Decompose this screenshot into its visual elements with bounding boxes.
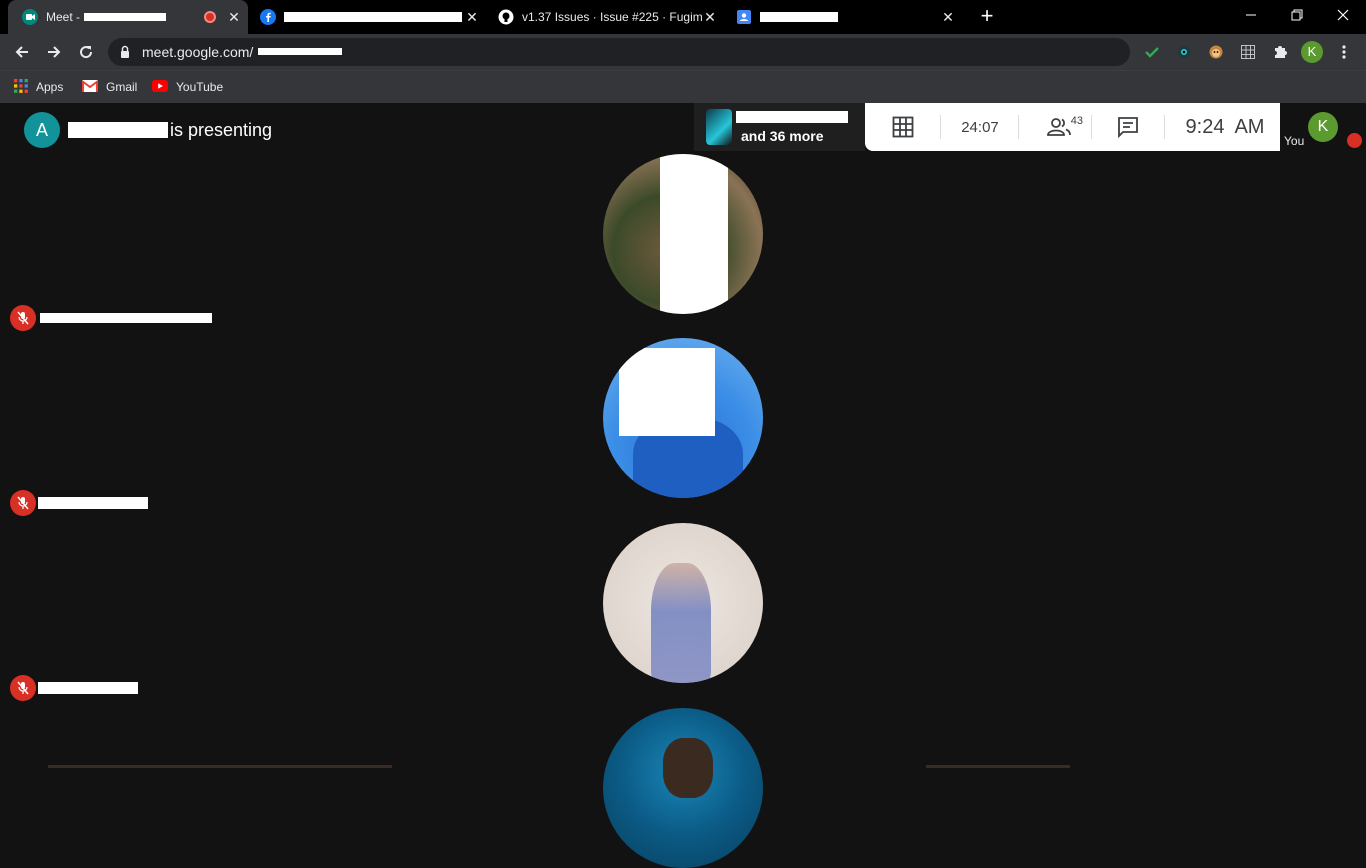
menu-kebab-icon[interactable]	[1330, 38, 1358, 66]
reload-button[interactable]	[72, 38, 100, 66]
tab-title: v1.37 Issues · Issue #225 · Fugima	[522, 10, 702, 24]
presenter-banner: A is presenting	[24, 112, 272, 148]
redacted-text	[84, 13, 167, 21]
meeting-timer: 24:07	[961, 118, 999, 136]
presenter-label: is presenting	[68, 120, 272, 141]
participant-thumbnail	[706, 109, 732, 145]
presenting-text: is presenting	[170, 119, 273, 140]
participant-count: 43	[1070, 115, 1083, 127]
tab-meet[interactable]: Meet - ✕	[8, 0, 248, 34]
more-participants-box[interactable]: and 36 more	[694, 103, 865, 151]
minimize-button[interactable]	[1228, 0, 1274, 30]
redacted-text	[38, 497, 148, 509]
meet-icon	[22, 9, 38, 25]
back-button[interactable]	[8, 38, 36, 66]
lock-icon	[120, 45, 130, 64]
participant-avatar	[603, 154, 763, 314]
bookmark-youtube[interactable]: YouTube	[152, 77, 223, 97]
redacted-text	[40, 313, 212, 323]
illustration-figure	[651, 563, 711, 683]
contacts-icon	[736, 9, 752, 25]
participant-avatar	[603, 523, 763, 683]
presenter-avatar: A	[24, 112, 60, 148]
url-text: meet.google.com/	[142, 44, 254, 60]
more-participants-text: and 36 more	[741, 128, 824, 144]
participant-avatar	[603, 708, 763, 868]
bookmark-label: Gmail	[106, 80, 138, 94]
chat-icon	[1118, 117, 1138, 138]
grid-icon	[892, 116, 914, 138]
meet-stage: A is presenting and 36 more 24:07 43 9:2…	[0, 103, 1366, 868]
tab-contacts[interactable]: ✕	[726, 0, 962, 34]
close-tab-icon[interactable]: ✕	[226, 9, 242, 25]
bookmark-label: YouTube	[176, 80, 224, 94]
divider	[1164, 115, 1165, 139]
redacted-region	[660, 154, 728, 314]
extension-target-icon[interactable]	[1170, 38, 1198, 66]
clock: 9:24 AM	[1175, 103, 1275, 151]
mic-off-icon	[10, 305, 36, 331]
extension-monkey-icon[interactable]	[1202, 38, 1230, 66]
redacted-text	[760, 12, 838, 22]
self-label: You	[1284, 134, 1305, 148]
redacted-text	[38, 682, 138, 694]
tab-facebook[interactable]: ✕	[250, 0, 486, 34]
mic-off-icon	[10, 675, 36, 701]
bookmark-apps[interactable]: Apps	[14, 77, 63, 97]
clock-suffix: AM	[1234, 115, 1265, 138]
participant-name-label	[10, 305, 212, 331]
youtube-icon	[152, 79, 168, 95]
meet-info-panel: 24:07 43 9:24 AM	[865, 103, 1280, 151]
redacted-text	[284, 12, 462, 22]
tab-github[interactable]: v1.37 Issues · Issue #225 · Fugima ✕	[488, 0, 724, 34]
extensions-puzzle-icon[interactable]	[1266, 38, 1294, 66]
divider	[940, 115, 941, 139]
redacted-text	[68, 122, 168, 138]
layout-grid-button[interactable]	[883, 103, 923, 151]
address-bar[interactable]: meet.google.com/	[108, 38, 1130, 66]
tab-strip: Meet - ✕ ✕ v1.37 Issues · Issue #225 · F…	[0, 0, 1366, 34]
profile-avatar[interactable]: K	[1301, 41, 1323, 63]
chat-button[interactable]	[1109, 103, 1147, 151]
self-mic-off-icon	[1347, 133, 1362, 148]
close-window-button[interactable]	[1320, 0, 1366, 30]
bookmark-gmail[interactable]: Gmail	[81, 77, 138, 97]
self-avatar: K	[1308, 112, 1338, 142]
restore-button[interactable]	[1274, 0, 1320, 30]
divider	[1018, 115, 1019, 139]
bookmarks-bar: Apps Gmail YouTube	[0, 70, 1366, 103]
forward-button[interactable]	[40, 38, 68, 66]
extension-check-icon[interactable]	[1138, 38, 1166, 66]
recording-icon	[204, 11, 216, 23]
redacted-text	[736, 111, 848, 123]
participant-name-label	[10, 675, 138, 701]
self-view[interactable]: K You	[1280, 103, 1366, 151]
participants-button[interactable]: 43	[1035, 103, 1085, 151]
clock-time: 9:24	[1185, 115, 1225, 138]
new-tab-button[interactable]: +	[976, 4, 998, 28]
participant-avatar	[603, 338, 763, 498]
close-tab-icon[interactable]: ✕	[464, 9, 480, 25]
divider	[1091, 115, 1092, 139]
figure-shape	[663, 738, 713, 798]
facebook-icon	[260, 9, 276, 25]
apps-grid-icon	[14, 78, 28, 96]
mic-off-icon	[10, 490, 36, 516]
participant-name-label	[10, 490, 148, 516]
redacted-text	[258, 48, 342, 55]
extension-grid-icon[interactable]	[1234, 38, 1262, 66]
github-icon	[498, 9, 514, 25]
close-tab-icon[interactable]: ✕	[702, 9, 718, 25]
bookmark-label: Apps	[36, 80, 64, 94]
gmail-icon	[81, 79, 99, 95]
redacted-region	[619, 348, 715, 436]
close-tab-icon[interactable]: ✕	[940, 9, 956, 25]
tab-title: Meet -	[46, 10, 81, 24]
